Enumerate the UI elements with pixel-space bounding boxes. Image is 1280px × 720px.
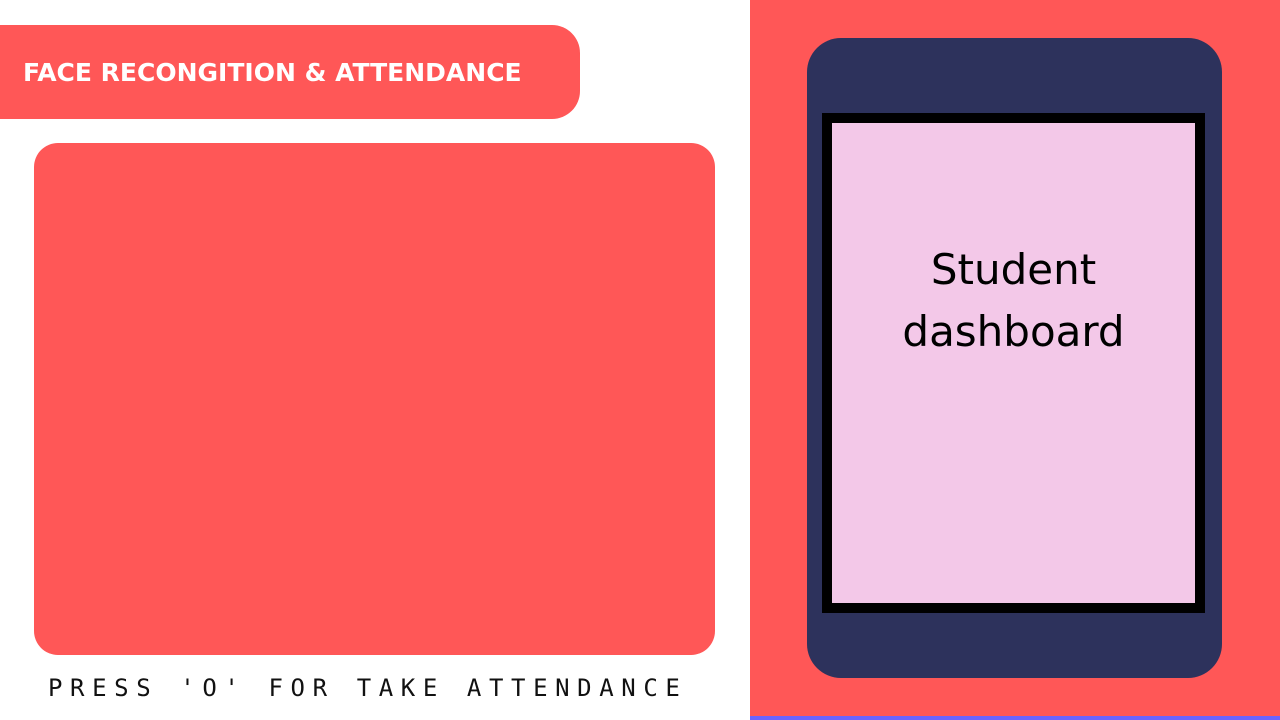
student-dashboard-label: Student dashboard [902,244,1125,356]
take-attendance-hint: PRESS 'O' FOR TAKE ATTENDANCE [48,674,688,702]
title-banner: FACE RECONGITION & ATTENDANCE [0,25,580,119]
student-dashboard-screen[interactable]: Student dashboard [822,113,1205,613]
side-panel-edge [750,716,1280,720]
camera-feed-area [34,143,715,655]
page-title: FACE RECONGITION & ATTENDANCE [23,57,522,87]
